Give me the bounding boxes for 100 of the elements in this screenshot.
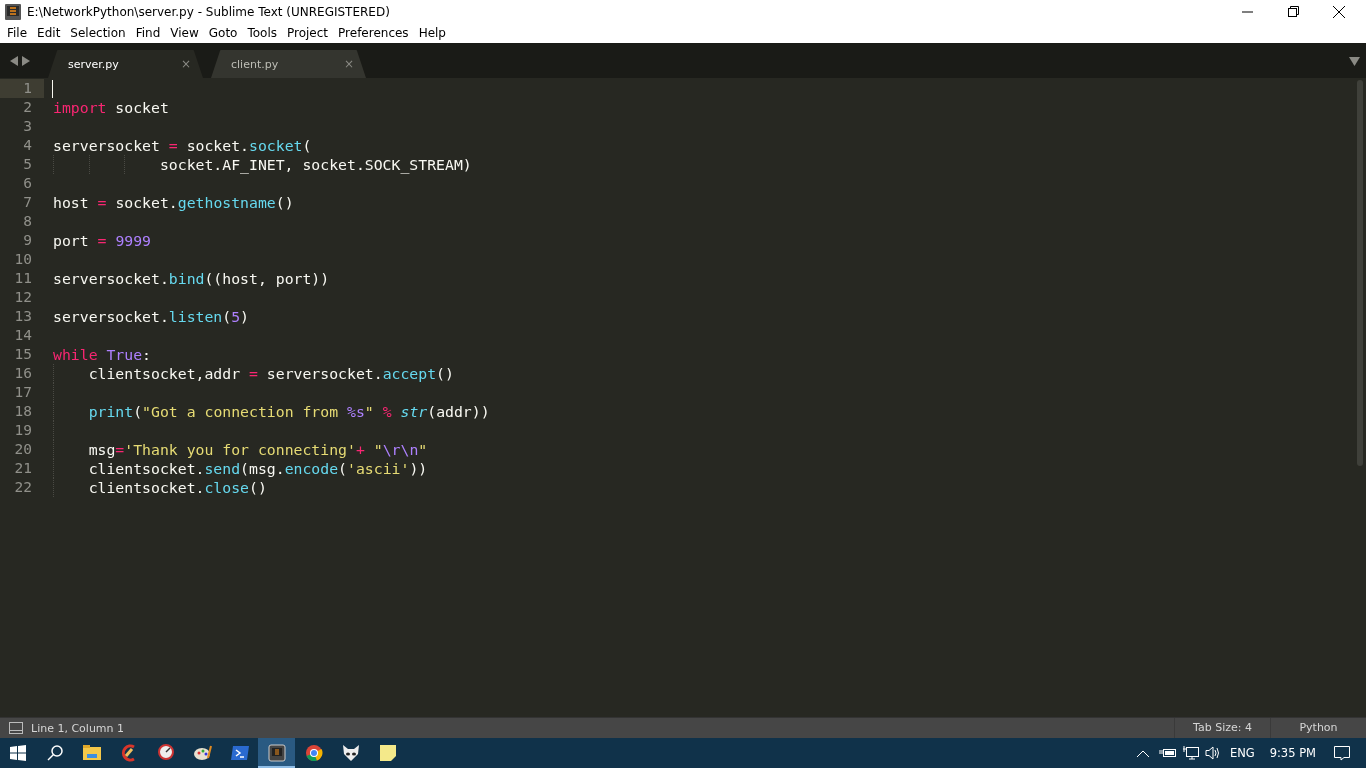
notification-icon[interactable] [1334,745,1350,761]
left-arrow-icon[interactable] [10,55,18,66]
code-token: 'ascii' [347,459,410,478]
menu-item[interactable]: Find [130,23,166,43]
line-number: 16 [13,364,33,383]
code-token: import [53,98,107,117]
code-token: 9999 [114,231,151,250]
code-token: () [436,364,454,383]
taskbar-app[interactable] [258,738,295,768]
code-token: bind [168,269,205,288]
line-number: 7 [22,193,33,212]
code-token: str [400,402,428,421]
code-token: \r\n [382,440,419,459]
code-token: ( [222,307,232,326]
windows-logo-icon [10,745,26,761]
code-token: 5 [231,307,241,326]
code-token: gethostname [177,193,276,212]
restore-icon [1287,6,1299,17]
file-tab[interactable]: server.py × [48,50,203,78]
code-token: send [204,459,241,478]
code-token: " [418,440,428,459]
search-icon [46,745,63,761]
line-number: 1 [0,79,44,98]
menu-item[interactable]: File [2,23,33,43]
speaker-icon[interactable] [1204,746,1221,760]
code-token: : [142,345,151,364]
line-number: 11 [13,269,33,288]
code-token: msg [87,440,116,459]
code-token: %s [347,402,365,421]
code-token: = [97,193,107,212]
code-token: socket. [185,136,249,155]
close-icon [1333,5,1345,18]
code-token: port [53,231,90,250]
editor-app-icon [267,744,286,762]
code-token: clientsocket. [87,478,205,497]
code-token: = [115,440,125,459]
line-number: 9 [22,231,33,250]
tab-close-button[interactable]: × [180,57,191,71]
code-token: encode [284,459,339,478]
code-token: close [204,478,249,497]
menu-item[interactable]: Goto [203,23,243,43]
menu-item[interactable]: Preferences [333,23,414,43]
clock[interactable]: 9:35 PM [1269,746,1316,760]
code-token: True [105,345,143,364]
tab-close-button[interactable]: × [343,57,354,71]
code-token: socket. [114,193,178,212]
code-token: )) [409,459,428,478]
code-token: while [53,345,98,364]
scrollbar[interactable] [1357,80,1363,466]
code-token: ) [240,307,250,326]
app-icon [5,3,21,20]
code-token: ((host, port)) [204,269,330,288]
code-token: (addr)) [427,402,490,421]
code-token: " [364,402,374,421]
menu-item[interactable]: Project [282,23,334,43]
right-arrow-icon[interactable] [22,55,30,66]
code-token: listen [168,307,223,326]
line-number: 2 [22,98,33,117]
line-number: 17 [13,383,33,402]
window-title: E:\NetworkPython\server.py - Sublime Text (UNREGISTERED) [27,4,391,19]
code-token: % [381,402,393,421]
menu-item[interactable]: Tools [242,23,282,43]
menu-item[interactable]: Selection [65,23,131,43]
code-token: " [372,440,383,459]
line-number: 22 [13,478,33,497]
gauge-icon [156,744,175,762]
line-number: 14 [13,326,33,345]
panel-icon[interactable] [9,722,23,734]
line-number: 19 [13,421,33,440]
text-cursor [52,80,53,98]
code-token: = [249,364,258,383]
code-token: serversocket. [53,307,169,326]
line-number: 13 [13,307,33,326]
file-tab[interactable]: client.py × [211,50,366,78]
language-indicator[interactable]: ENG [1229,746,1255,760]
menu-item[interactable]: Help [413,23,451,43]
code-token: (msg. [240,459,285,478]
dropdown-arrow-icon[interactable] [1349,57,1360,66]
minimize-icon [1241,10,1253,13]
line-number: 3 [22,117,33,136]
mask-icon [341,744,360,762]
battery-icon[interactable] [1158,748,1177,758]
network-icon[interactable] [1182,746,1199,760]
folder-icon [82,745,101,761]
line-number: 18 [13,402,33,421]
browser-icon [304,744,323,762]
cursor-position: Line 1, Column 1 [31,721,126,735]
palette-icon [193,744,212,762]
tab-label: server.py [68,57,119,71]
menu-item[interactable]: Edit [32,23,66,43]
code-token: host [53,193,90,212]
code-token: socket [114,98,169,117]
code-token: = [168,136,178,155]
code-token: ( [302,136,312,155]
line-number: 6 [22,174,33,193]
code-token: socket.AF_INET, socket.SOCK_STREAM) [158,155,472,174]
code-token: 'Thank you for connecting' [124,440,356,459]
menu-item[interactable]: View [165,23,204,43]
line-number: 4 [22,136,33,155]
chevron-up-icon[interactable] [1136,749,1149,757]
